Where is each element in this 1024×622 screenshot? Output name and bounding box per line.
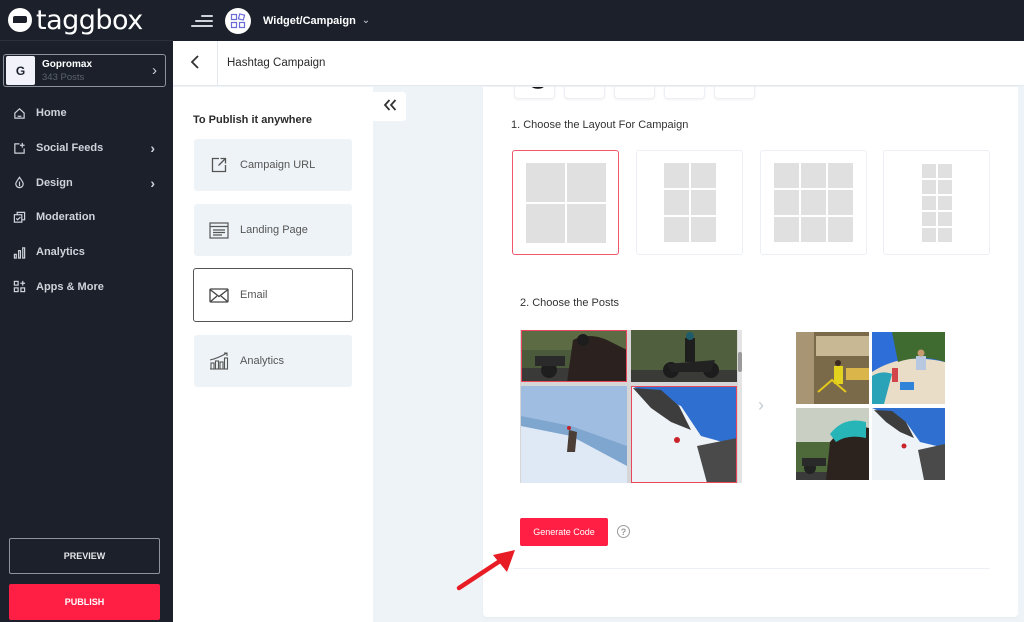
add-feed-icon bbox=[12, 141, 26, 155]
sidebar: taggbox G Gopromax 343 Posts › Home Soci… bbox=[0, 0, 173, 622]
publish-option-landing-page[interactable]: Landing Page bbox=[194, 204, 352, 256]
available-posts-grid[interactable] bbox=[520, 330, 742, 483]
divider bbox=[513, 568, 990, 569]
droplet-icon bbox=[12, 176, 26, 190]
posts-scrollbar[interactable] bbox=[738, 330, 742, 483]
page-background-strip bbox=[1018, 87, 1024, 622]
sidebar-item-home[interactable]: Home bbox=[0, 96, 173, 131]
theme-option[interactable] bbox=[514, 87, 555, 99]
sidebar-item-moderation[interactable]: Moderation bbox=[0, 200, 173, 235]
layout-grid-preview bbox=[525, 162, 606, 243]
chosen-posts-grid bbox=[796, 332, 945, 480]
theme-option[interactable] bbox=[714, 87, 755, 99]
envelope-icon bbox=[208, 285, 230, 305]
publish-option-campaign-url[interactable]: Campaign URL bbox=[194, 139, 352, 191]
menu-toggle-icon[interactable] bbox=[191, 14, 213, 28]
collapse-panel-button[interactable] bbox=[373, 92, 406, 121]
step2-title: 2. Choose the Posts bbox=[520, 297, 620, 309]
publish-option-label: Analytics bbox=[240, 355, 285, 367]
layout-option-2x3[interactable] bbox=[636, 150, 743, 255]
widget-campaign-dropdown[interactable]: Widget/Campaign bbox=[263, 15, 356, 27]
theme-option[interactable] bbox=[564, 87, 605, 99]
chevron-right-icon: › bbox=[758, 395, 764, 415]
post-thumbnail[interactable] bbox=[521, 330, 627, 382]
sidebar-item-social-feeds[interactable]: Social Feeds › bbox=[0, 131, 173, 166]
scrollbar-thumb[interactable] bbox=[738, 352, 742, 372]
apps-icon bbox=[12, 280, 26, 294]
chevron-right-icon: › bbox=[152, 62, 157, 79]
page-header: Hashtag Campaign bbox=[173, 40, 1024, 86]
sidebar-item-analytics[interactable]: Analytics bbox=[0, 235, 173, 270]
post-thumbnail[interactable] bbox=[631, 330, 737, 382]
sidebar-item-label: Social Feeds bbox=[36, 142, 104, 155]
sidebar-item-label: Moderation bbox=[36, 211, 96, 224]
moderation-icon bbox=[12, 210, 26, 224]
back-button[interactable] bbox=[173, 40, 218, 86]
preview-button[interactable]: PREVIEW bbox=[9, 538, 160, 574]
post-thumbnail[interactable] bbox=[872, 408, 945, 480]
sidebar-item-label: Analytics bbox=[36, 246, 85, 259]
layout-grid-preview bbox=[921, 163, 952, 242]
sidebar-item-label: Apps & More bbox=[36, 280, 104, 293]
theme-option[interactable] bbox=[664, 87, 705, 99]
sidebar-nav: Home Social Feeds › Design › Moderation bbox=[0, 96, 173, 304]
theme-selector bbox=[514, 87, 755, 99]
layout-option-2x5[interactable] bbox=[883, 150, 990, 255]
chevron-right-icon: › bbox=[150, 140, 155, 157]
account-post-count: 343 Posts bbox=[42, 71, 85, 83]
page-title: Hashtag Campaign bbox=[227, 57, 326, 69]
campaign-card: 1. Choose the Layout For Campaign 2. Cho… bbox=[483, 87, 1018, 617]
topbar: Widget/Campaign ⌄ bbox=[173, 0, 1024, 41]
publish-heading: To Publish it anywhere bbox=[193, 114, 312, 126]
publish-option-email[interactable]: Email bbox=[193, 268, 353, 322]
external-link-icon bbox=[208, 155, 230, 175]
chevron-down-icon[interactable]: ⌄ bbox=[362, 15, 370, 26]
post-thumbnail[interactable] bbox=[872, 332, 945, 404]
chevron-right-icon: › bbox=[150, 174, 155, 191]
account-avatar: G bbox=[6, 56, 35, 85]
taggbox-logo-icon bbox=[8, 8, 32, 32]
growth-chart-icon bbox=[208, 351, 230, 371]
layout-option-2x2[interactable] bbox=[512, 150, 619, 255]
landing-page-icon bbox=[208, 220, 230, 240]
publish-panel: To Publish it anywhere Campaign URL Land… bbox=[173, 87, 373, 622]
post-thumbnail[interactable] bbox=[631, 386, 737, 483]
theme-option[interactable] bbox=[614, 87, 655, 99]
logo[interactable]: taggbox bbox=[0, 0, 173, 41]
bar-chart-icon bbox=[12, 245, 26, 259]
sidebar-item-apps-more[interactable]: Apps & More bbox=[0, 269, 173, 304]
layout-grid-preview bbox=[663, 163, 716, 242]
widget-icon bbox=[225, 7, 251, 34]
sidebar-item-label: Design bbox=[36, 176, 73, 189]
publish-option-label: Campaign URL bbox=[240, 159, 316, 171]
sidebar-item-design[interactable]: Design › bbox=[0, 165, 173, 200]
account-switcher[interactable]: G Gopromax 343 Posts › bbox=[3, 54, 166, 87]
publish-option-label: Landing Page bbox=[240, 224, 308, 236]
post-thumbnail[interactable] bbox=[796, 408, 869, 480]
post-thumbnail[interactable] bbox=[796, 332, 869, 404]
post-thumbnail[interactable] bbox=[521, 386, 627, 483]
annotation-arrow-icon bbox=[456, 550, 515, 591]
double-chevron-left-icon bbox=[383, 98, 397, 115]
help-icon[interactable]: ? bbox=[617, 525, 630, 538]
account-name: Gopromax bbox=[42, 58, 93, 70]
step1-title: 1. Choose the Layout For Campaign bbox=[511, 119, 689, 131]
publish-option-label: Email bbox=[240, 289, 268, 301]
logo-text: taggbox bbox=[36, 4, 143, 36]
chevron-left-icon bbox=[190, 53, 200, 74]
home-icon bbox=[12, 106, 26, 120]
sidebar-item-label: Home bbox=[36, 107, 67, 120]
layout-grid-preview bbox=[774, 163, 853, 242]
publish-option-analytics[interactable]: Analytics bbox=[194, 335, 352, 387]
publish-button[interactable]: PUBLISH bbox=[9, 584, 160, 620]
layout-option-3x3[interactable] bbox=[760, 150, 867, 255]
generate-code-button[interactable]: Generate Code bbox=[520, 518, 608, 546]
